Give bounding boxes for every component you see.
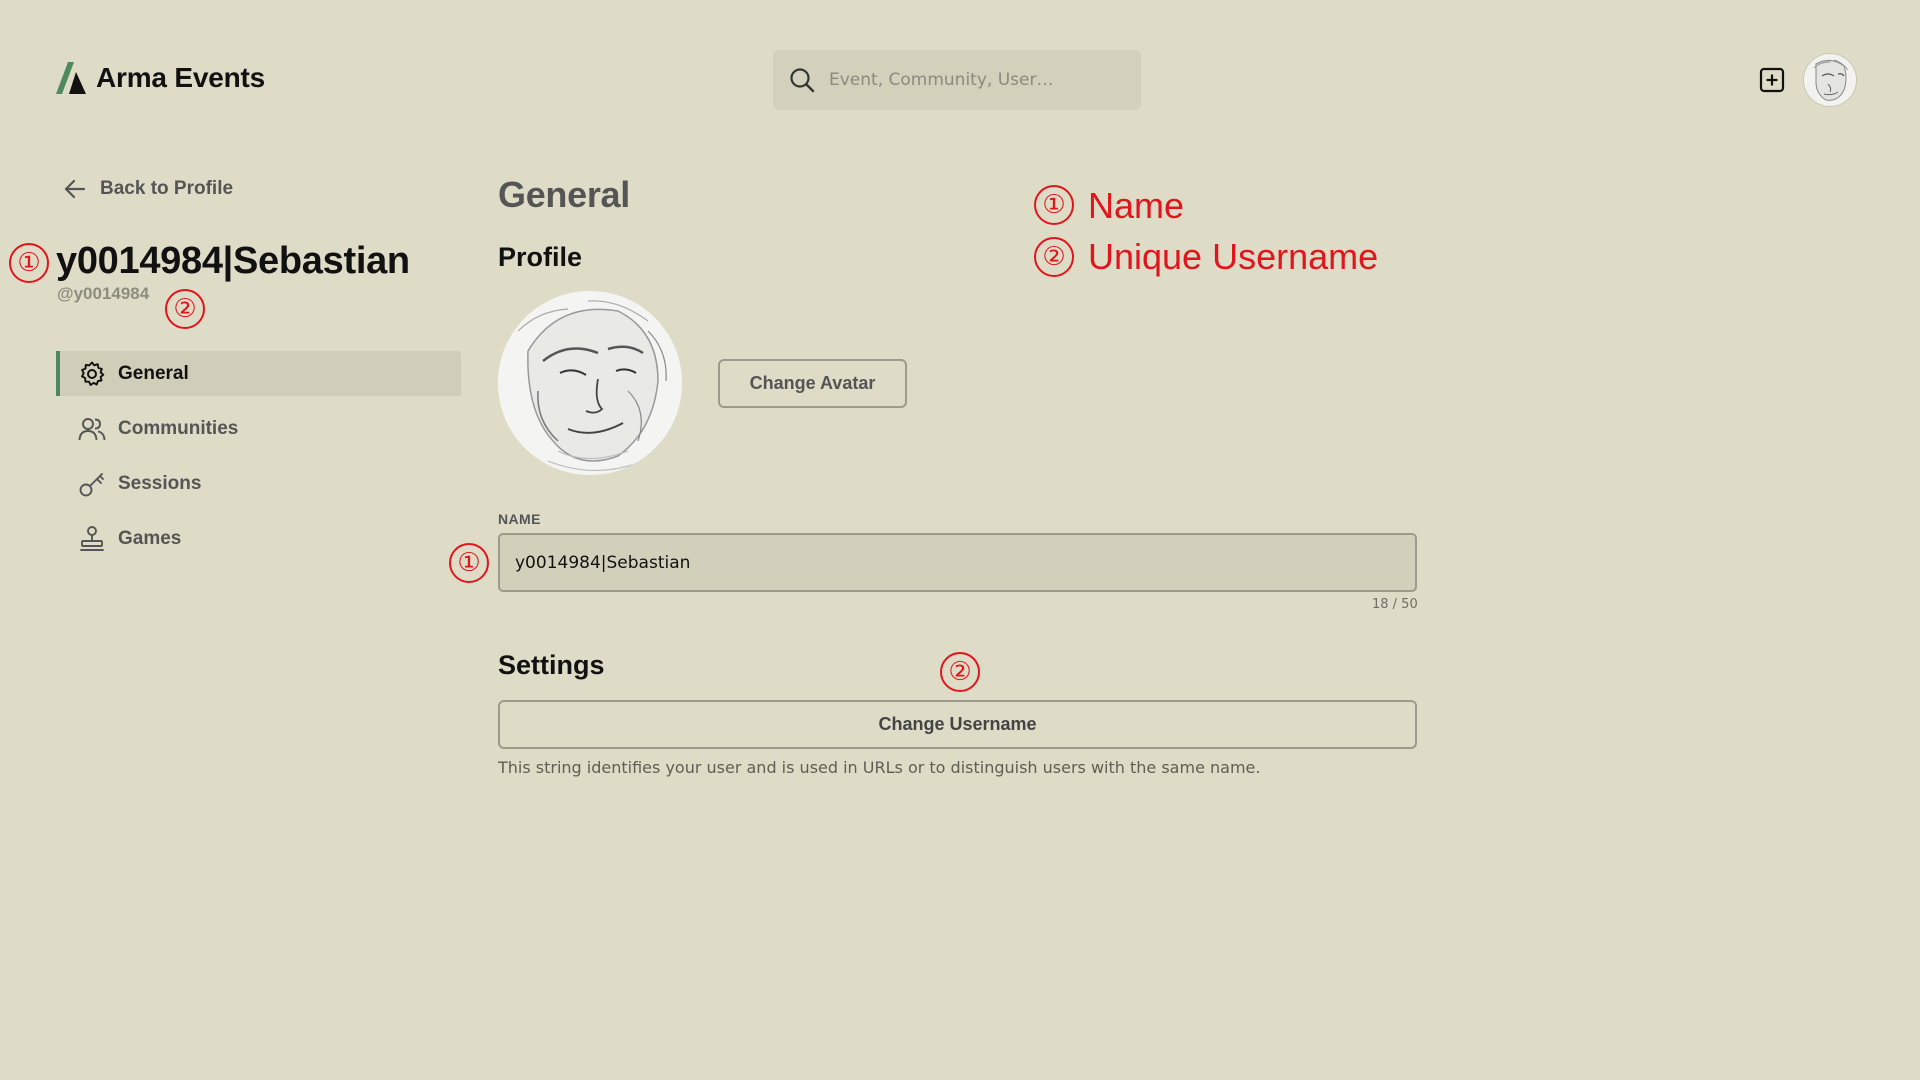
sidebar-item-label: General xyxy=(118,362,189,384)
sidebar-item-label: Sessions xyxy=(118,472,202,494)
annotation-marker-1: ① xyxy=(9,243,49,283)
sidebar-item-sessions[interactable]: Sessions xyxy=(56,461,461,506)
page-title: General xyxy=(498,174,630,215)
users-icon xyxy=(78,417,106,440)
profile-heading: Profile xyxy=(498,242,583,272)
profile-avatar xyxy=(498,291,682,475)
logo-icon xyxy=(56,62,86,94)
create-button[interactable] xyxy=(1759,67,1785,93)
change-avatar-button[interactable]: Change Avatar xyxy=(718,359,907,408)
avatar xyxy=(1804,54,1856,106)
change-username-button[interactable]: Change Username xyxy=(498,700,1417,749)
name-char-count: 18 / 50 xyxy=(1372,597,1418,612)
user-display-name: y0014984|Sebastian xyxy=(56,240,410,282)
sidebar-item-general[interactable]: General xyxy=(56,351,461,396)
annotation-marker-2: ② xyxy=(1034,237,1074,277)
username-help-text: This string identifies your user and is … xyxy=(498,758,1261,777)
back-to-profile-label: Back to Profile xyxy=(100,178,234,199)
settings-nav: General Communities Sessions Games xyxy=(56,351,461,571)
annotation-legend-name: Name xyxy=(1088,185,1185,226)
add-square-icon xyxy=(1759,67,1785,93)
avatar xyxy=(498,291,682,475)
search-bar[interactable] xyxy=(773,50,1141,110)
sidebar-item-label: Games xyxy=(118,527,182,549)
stamp-icon xyxy=(80,525,104,551)
name-field-label: NAME xyxy=(498,511,541,527)
sidebar-item-label: Communities xyxy=(118,417,239,439)
arrow-left-icon xyxy=(64,179,86,199)
sidebar-item-communities[interactable]: Communities xyxy=(56,406,461,451)
gear-icon xyxy=(81,361,105,386)
back-to-profile-link[interactable]: Back to Profile xyxy=(64,178,233,200)
annotation-marker-1: ① xyxy=(449,543,489,583)
search-input[interactable] xyxy=(829,70,1119,90)
annotation-marker-1: ① xyxy=(1034,185,1074,225)
name-field[interactable] xyxy=(498,533,1417,592)
settings-heading: Settings xyxy=(498,650,605,680)
annotation-legend-username: Unique Username xyxy=(1088,236,1379,277)
app-title: Arma Events xyxy=(96,62,265,93)
settings-page: Arma Events Back to Profile y0 xyxy=(0,0,1920,1080)
annotation-marker-2: ② xyxy=(165,289,205,329)
user-username: @y0014984 xyxy=(57,284,150,303)
app-logo[interactable]: Arma Events xyxy=(56,62,265,94)
search-icon xyxy=(790,68,815,93)
annotation-marker-2: ② xyxy=(940,652,980,692)
key-icon xyxy=(79,472,104,496)
user-avatar-menu[interactable] xyxy=(1803,53,1857,107)
sidebar-item-games[interactable]: Games xyxy=(56,516,461,561)
